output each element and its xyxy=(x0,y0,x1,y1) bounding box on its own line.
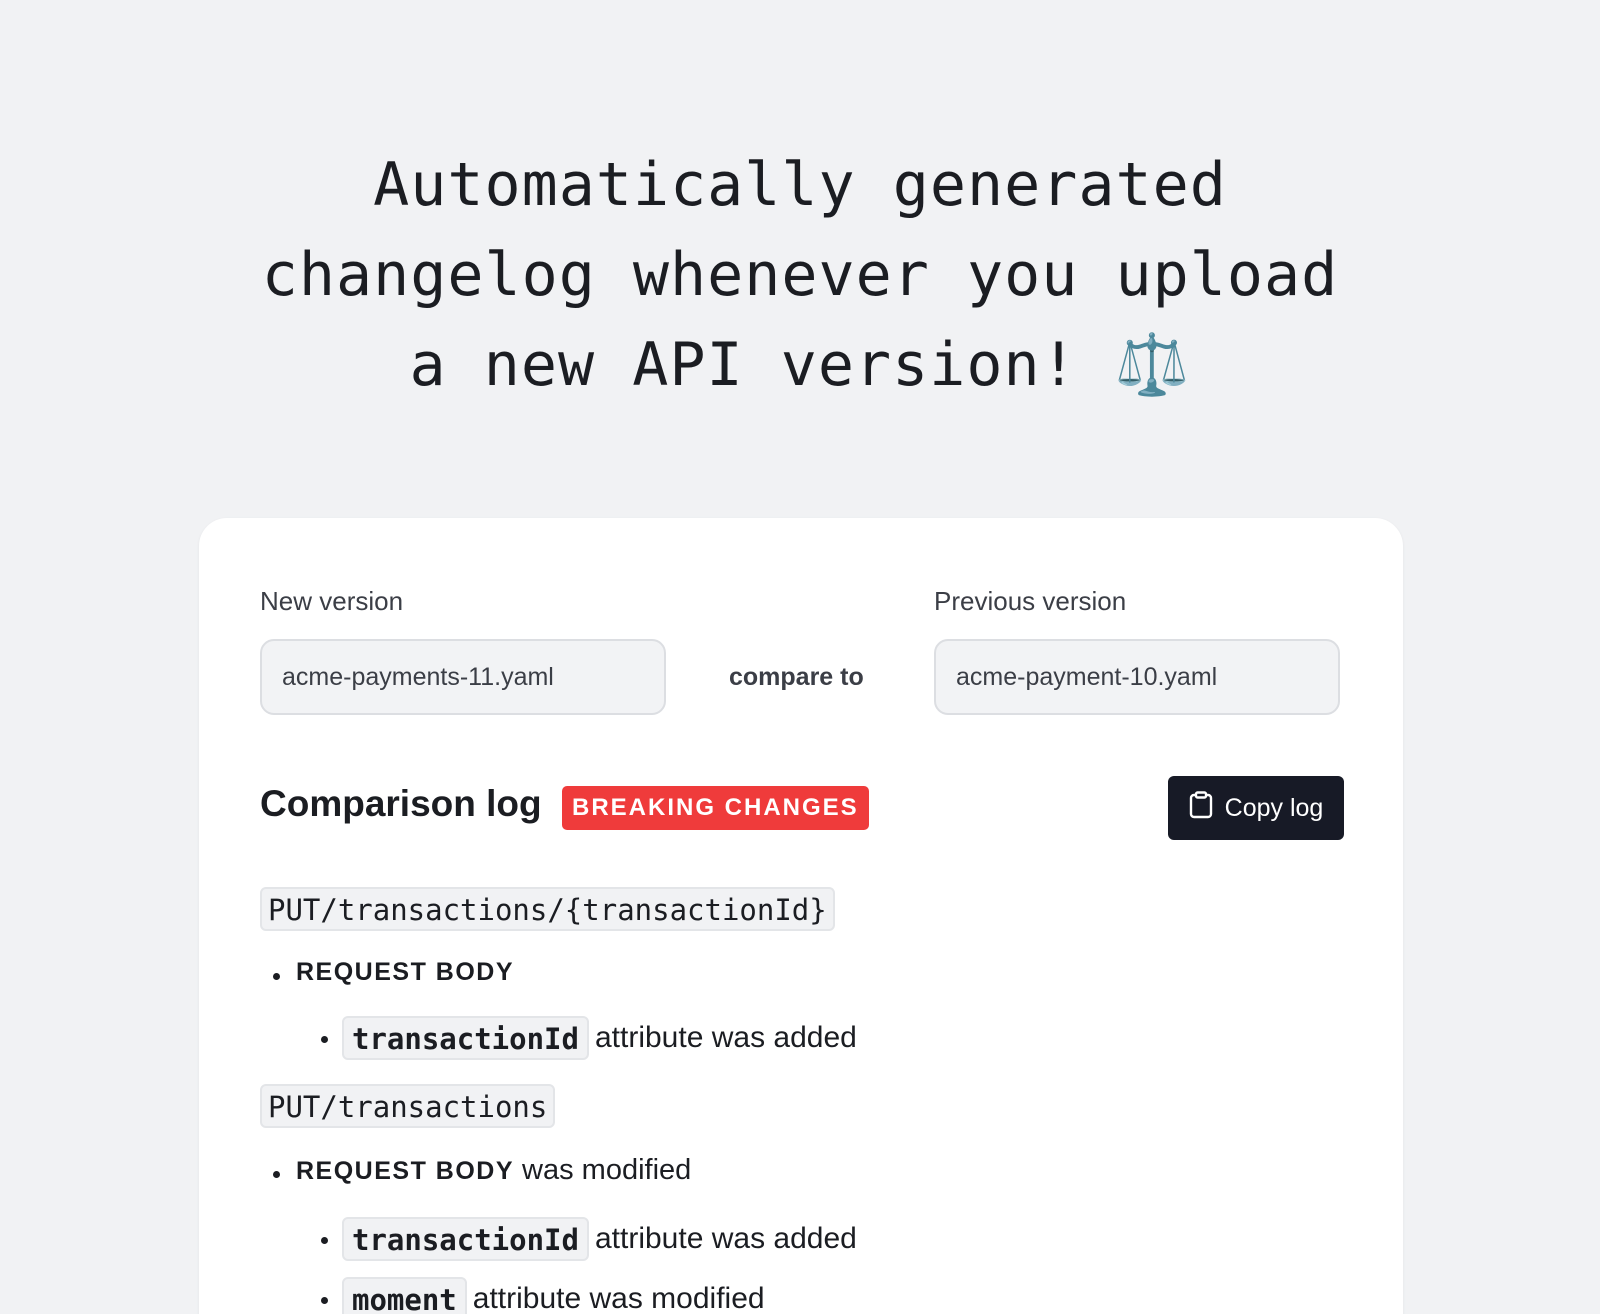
headline-line-1: Automatically generated xyxy=(373,150,1227,220)
new-version-field[interactable] xyxy=(260,639,666,715)
comparison-card: New version compare to Previous version … xyxy=(199,518,1403,1314)
copy-log-button[interactable]: Copy log xyxy=(1168,776,1344,840)
section-label: REQUEST BODY was modified xyxy=(296,1154,692,1186)
change-item: transactionId attribute was added xyxy=(342,1016,857,1060)
change-item: transactionId attribute was added xyxy=(342,1217,857,1261)
change-item: moment attribute was modified xyxy=(342,1277,765,1314)
headline: Automatically generated changelog whenev… xyxy=(0,140,1600,410)
clipboard-icon xyxy=(1189,790,1213,826)
previous-version-field[interactable] xyxy=(934,639,1340,715)
copy-log-label: Copy log xyxy=(1224,793,1324,822)
bullet xyxy=(321,1297,328,1304)
section-label: REQUEST BODY xyxy=(296,958,515,986)
breaking-changes-badge: BREAKING CHANGES xyxy=(562,786,869,830)
bullet xyxy=(273,973,280,980)
comparison-log-title: Comparison log xyxy=(260,783,542,824)
headline-line-2: changelog whenever you upload xyxy=(261,240,1339,310)
attribute-code: transactionId xyxy=(342,1016,589,1060)
bullet xyxy=(273,1171,280,1178)
attribute-code: transactionId xyxy=(342,1217,589,1261)
headline-line-3: a new API version! ⚖️ xyxy=(409,330,1191,400)
change-text: attribute was added xyxy=(594,1021,857,1054)
compare-to-label: compare to xyxy=(729,663,864,691)
endpoint-label: PUT/transactions xyxy=(260,1084,556,1128)
bullet xyxy=(321,1036,328,1043)
attribute-code: moment xyxy=(342,1277,467,1314)
new-version-label: New version xyxy=(260,586,404,616)
bullet xyxy=(321,1237,328,1244)
change-text: attribute was added xyxy=(594,1222,857,1255)
previous-version-label: Previous version xyxy=(934,586,1127,616)
endpoint-label: PUT/transactions/{transactionId} xyxy=(260,887,835,931)
change-text: attribute was modified xyxy=(472,1282,765,1314)
